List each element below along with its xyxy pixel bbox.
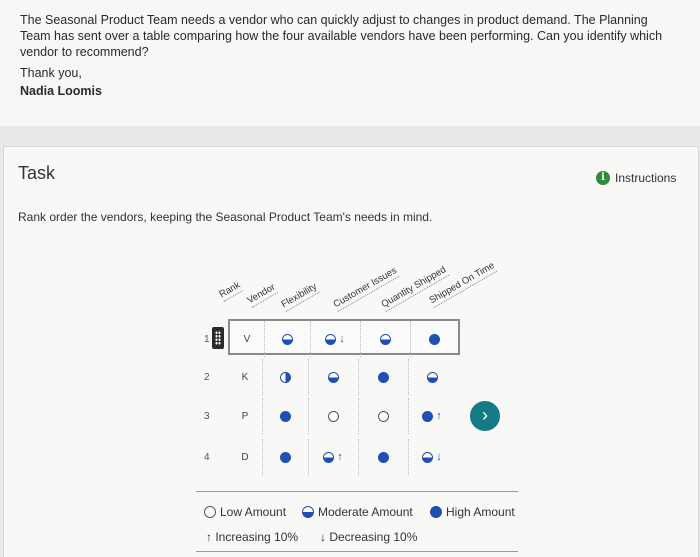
low-amount-icon xyxy=(327,410,339,422)
shipped-on-time-cell xyxy=(408,359,456,395)
legend-low: Low Amount xyxy=(204,505,286,519)
moderate-amount-icon xyxy=(302,506,314,518)
message-greeting: Thank you, xyxy=(20,66,82,80)
vendor-name: P xyxy=(228,398,263,434)
message-body: The Seasonal Product Team needs a vendor… xyxy=(20,13,663,59)
arrow-up-icon: ↑ xyxy=(337,451,343,463)
customer-issues-cell xyxy=(308,359,359,395)
flexibility-cell xyxy=(262,398,309,434)
legend-high-label: High Amount xyxy=(446,505,515,519)
moderate-amount-icon xyxy=(281,333,293,345)
high-amount-icon xyxy=(279,410,291,422)
legend-divider xyxy=(196,491,518,492)
instructions-label: Instructions xyxy=(615,171,677,185)
vendor-row[interactable]: D ↑ ↓ xyxy=(228,439,460,475)
info-icon: i xyxy=(596,171,610,185)
task-prompt: Rank order the vendors, keeping the Seas… xyxy=(18,210,433,224)
low-amount-icon xyxy=(377,410,389,422)
legend-moderate-label: Moderate Amount xyxy=(318,505,413,519)
flexibility-cell xyxy=(262,439,309,475)
rank-number: 1 xyxy=(204,334,210,345)
shipped-on-time-cell xyxy=(410,321,458,357)
arrow-up-icon: ↑ xyxy=(436,410,442,422)
arrow-down-icon: ↓ xyxy=(339,333,345,345)
header-vendor: Vendor xyxy=(245,281,279,308)
customer-issues-cell: ↓ xyxy=(310,321,361,357)
header-flexibility: Flexibility xyxy=(279,281,320,312)
high-amount-icon xyxy=(279,451,291,463)
legend-increasing-label: ↑ Increasing 10% xyxy=(206,530,299,544)
vendor-row[interactable]: P ↑ xyxy=(228,398,460,434)
customer-issues-cell xyxy=(308,398,359,434)
moderate-amount-icon xyxy=(327,371,339,383)
quantity-shipped-cell xyxy=(358,398,409,434)
task-panel: Task i Instructions Rank order the vendo… xyxy=(3,146,699,557)
vendor-row[interactable]: K xyxy=(228,359,460,395)
shipped-on-time-cell: ↓ xyxy=(408,439,456,475)
rank-number: 2 xyxy=(204,372,210,383)
moderate-amount-icon xyxy=(279,371,291,383)
legend-low-label: Low Amount xyxy=(220,505,287,519)
legend-moderate: Moderate Amount xyxy=(302,505,413,519)
vendor-name: V xyxy=(230,321,265,357)
rank-number: 3 xyxy=(204,411,210,422)
moderate-amount-icon xyxy=(426,371,438,383)
low-amount-icon xyxy=(204,506,216,518)
customer-issues-cell: ↑ xyxy=(308,439,359,475)
legend-decreasing: ↓ Decreasing 10% xyxy=(320,530,417,544)
arrow-down-icon: ↓ xyxy=(436,451,442,463)
quantity-shipped-cell xyxy=(358,359,409,395)
vendor-row[interactable]: V ↓ xyxy=(212,319,460,357)
moderate-amount-icon xyxy=(325,333,337,345)
high-amount-icon xyxy=(430,506,442,518)
message-signature: Nadia Loomis xyxy=(20,84,102,98)
message-panel: The Seasonal Product Team needs a vendor… xyxy=(0,0,700,126)
legend-increasing: ↑ Increasing 10% xyxy=(206,530,298,544)
high-amount-icon xyxy=(377,371,389,383)
vendor-name: K xyxy=(228,359,263,395)
quantity-shipped-cell xyxy=(358,439,409,475)
flexibility-cell xyxy=(264,321,311,357)
moderate-amount-icon xyxy=(379,333,391,345)
high-amount-icon xyxy=(428,333,440,345)
legend-decreasing-label: ↓ Decreasing 10% xyxy=(320,530,418,544)
vendor-name: D xyxy=(228,439,263,475)
instructions-link[interactable]: i Instructions xyxy=(596,171,676,185)
flexibility-cell xyxy=(262,359,309,395)
legend-bottom-divider xyxy=(196,551,518,552)
moderate-amount-icon xyxy=(422,451,434,463)
quantity-shipped-cell xyxy=(360,321,411,357)
rank-number: 4 xyxy=(204,452,210,463)
shipped-on-time-cell: ↑ xyxy=(408,398,456,434)
moderate-amount-icon xyxy=(323,451,335,463)
legend-high: High Amount xyxy=(430,505,515,519)
high-amount-icon xyxy=(422,410,434,422)
high-amount-icon xyxy=(377,451,389,463)
drag-handle-icon[interactable] xyxy=(212,327,224,349)
next-button[interactable]: › xyxy=(470,401,500,431)
header-rank: Rank xyxy=(217,279,244,302)
task-title: Task xyxy=(18,163,56,183)
